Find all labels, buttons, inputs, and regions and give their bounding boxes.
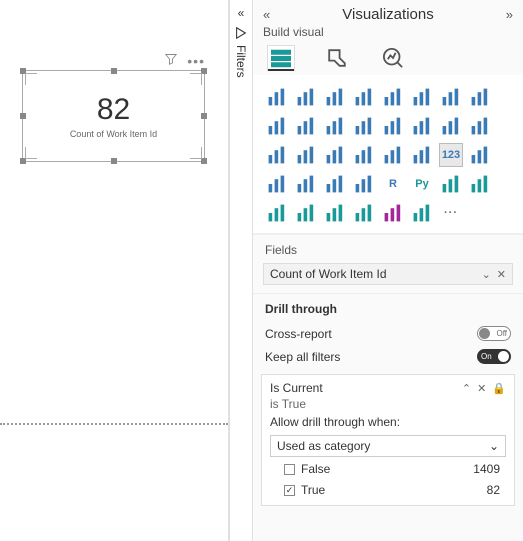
pane-mode-tabs <box>253 45 523 75</box>
remove-field-icon[interactable]: ✕ <box>497 268 506 281</box>
page-divider <box>0 423 228 425</box>
resize-handle[interactable] <box>111 68 117 74</box>
analytics-tab[interactable] <box>379 45 407 71</box>
more-visuals-icon[interactable]: ··· <box>439 201 463 225</box>
checkbox[interactable]: ✓ <box>284 485 295 496</box>
line-chart-icon[interactable] <box>439 85 463 109</box>
qa-icon[interactable] <box>265 201 289 225</box>
keep-filters-label: Keep all filters <box>265 350 340 364</box>
drill-through-field-card: Is Current ⌃ ✕ 🔒 is True Allow drill thr… <box>261 374 515 506</box>
ribbon-chart-icon[interactable] <box>352 114 376 138</box>
py-visual-icon[interactable]: Py <box>410 172 434 196</box>
resize-handle[interactable] <box>20 113 26 119</box>
focus-corner <box>25 73 37 85</box>
value-label: True <box>301 483 325 497</box>
drill-summary: is True <box>270 397 506 411</box>
fields-section-label: Fields <box>253 234 523 263</box>
card-icon[interactable]: 123 <box>439 143 463 167</box>
multi-row-card-icon[interactable] <box>468 143 492 167</box>
focus-corner <box>190 147 202 159</box>
filled-map-icon[interactable] <box>352 143 376 167</box>
card-label: Count of Work Item Id <box>70 129 157 139</box>
value-count: 1409 <box>473 462 500 476</box>
kpi-icon[interactable] <box>265 172 289 196</box>
filter-icon[interactable] <box>165 52 177 70</box>
expand-viz-icon[interactable]: » <box>506 7 513 22</box>
resize-handle[interactable] <box>111 158 117 164</box>
chevron-down-icon[interactable]: ⌄ <box>482 268 491 281</box>
drill-mode-value: Used as category <box>277 439 370 453</box>
stacked-area-icon[interactable] <box>265 114 289 138</box>
report-canvas[interactable]: ••• 82 Count of Work Item Id <box>0 0 229 541</box>
clustered-column-icon[interactable] <box>352 85 376 109</box>
cross-report-toggle[interactable]: Off <box>477 326 511 341</box>
drill-mode-select[interactable]: Used as category ⌄ <box>270 435 506 457</box>
chevron-down-icon: ⌄ <box>489 439 499 453</box>
filters-pane-collapsed[interactable]: « Filters <box>229 0 253 541</box>
azure-map-icon[interactable] <box>381 143 405 167</box>
card-value: 82 <box>97 93 130 127</box>
drill-help-text: Allow drill through when: <box>270 415 506 429</box>
card-visual[interactable]: 82 Count of Work Item Id <box>22 70 205 162</box>
field-name: Count of Work Item Id <box>270 267 387 281</box>
resize-handle[interactable] <box>201 113 207 119</box>
100pct-bar-icon[interactable] <box>381 85 405 109</box>
waterfall-icon[interactable] <box>381 114 405 138</box>
remove-drill-field-icon[interactable]: ✕ <box>477 382 486 395</box>
stacked-bar-icon[interactable] <box>265 85 289 109</box>
filters-pane-icon <box>234 26 248 40</box>
drill-value-row[interactable]: False 1409 <box>270 460 506 478</box>
power-apps-icon[interactable] <box>381 201 405 225</box>
goals-icon[interactable] <box>323 201 347 225</box>
visual-gallery: 123 RPy··· <box>253 75 523 234</box>
value-label: False <box>301 462 330 476</box>
lock-icon[interactable]: 🔒 <box>492 382 506 395</box>
keep-filters-toggle[interactable]: On <box>477 349 511 364</box>
visualizations-pane: « Visualizations » Build visual 123 RPy··… <box>253 0 523 541</box>
expand-filters-icon[interactable]: « <box>238 6 245 20</box>
build-visual-tab[interactable] <box>267 45 295 71</box>
map-icon[interactable] <box>323 143 347 167</box>
r-visual-icon[interactable]: R <box>381 172 405 196</box>
collapse-viz-icon[interactable]: « <box>263 7 270 22</box>
filters-pane-label: Filters <box>234 45 248 78</box>
drill-through-label: Drill through <box>253 293 523 322</box>
funnel-icon[interactable] <box>410 114 434 138</box>
more-options-icon[interactable]: ••• <box>187 58 205 64</box>
100pct-column-icon[interactable] <box>410 85 434 109</box>
stacked-column-icon[interactable] <box>294 85 318 109</box>
drill-value-row[interactable]: ✓ True 82 <box>270 481 506 499</box>
area-chart-icon[interactable] <box>468 85 492 109</box>
cross-report-label: Cross-report <box>265 327 332 341</box>
field-well[interactable]: Count of Work Item Id ⌄ ✕ <box>263 263 513 285</box>
focus-corner <box>25 147 37 159</box>
slicer-icon[interactable] <box>294 172 318 196</box>
pie-chart-icon[interactable] <box>468 114 492 138</box>
narrative-icon[interactable] <box>294 201 318 225</box>
clustered-bar-icon[interactable] <box>323 85 347 109</box>
build-visual-label: Build visual <box>253 25 523 45</box>
collapse-icon[interactable]: ⌃ <box>462 382 471 395</box>
matrix-icon[interactable] <box>352 172 376 196</box>
donut-chart-icon[interactable] <box>265 143 289 167</box>
focus-corner <box>190 73 202 85</box>
value-count: 82 <box>487 483 500 497</box>
checkbox[interactable] <box>284 464 295 475</box>
key-influencers-icon[interactable] <box>439 172 463 196</box>
table-icon[interactable] <box>323 172 347 196</box>
paginated-icon[interactable] <box>352 201 376 225</box>
treemap-icon[interactable] <box>294 143 318 167</box>
format-visual-tab[interactable] <box>323 45 351 71</box>
power-automate-icon[interactable] <box>410 201 434 225</box>
viz-pane-title: Visualizations <box>342 6 433 23</box>
gauge-icon[interactable] <box>410 143 434 167</box>
line-clustered-column-icon[interactable] <box>323 114 347 138</box>
decomposition-tree-icon[interactable] <box>468 172 492 196</box>
scatter-icon[interactable] <box>439 114 463 138</box>
drill-field-name: Is Current <box>270 381 323 395</box>
line-stacked-column-icon[interactable] <box>294 114 318 138</box>
